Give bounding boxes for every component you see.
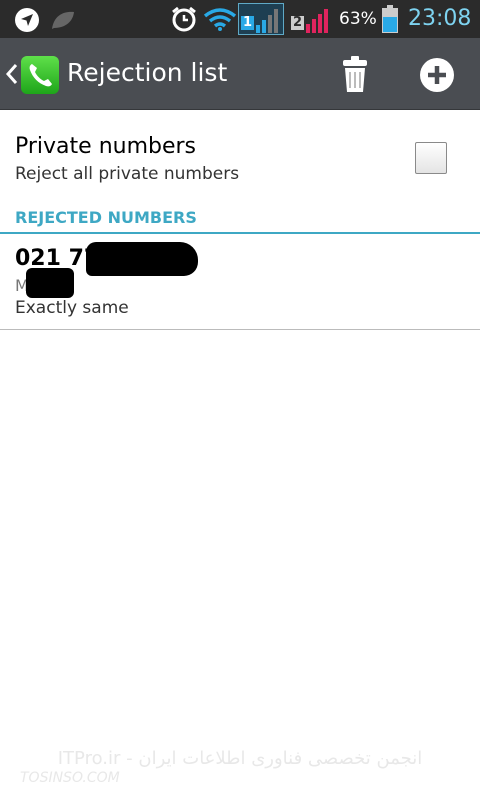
redaction-mark (26, 268, 74, 298)
wifi-icon (203, 8, 237, 31)
rejected-numbers-header: REJECTED NUMBERS (15, 208, 197, 227)
battery-percent: 63% (339, 9, 377, 29)
redaction-mark (86, 242, 198, 276)
sim1-label: 1 (241, 15, 255, 30)
alarm-icon (172, 6, 196, 32)
list-item[interactable]: 021 77 M Exactly same (0, 234, 480, 330)
trash-icon (343, 56, 367, 92)
watermark-site: TOSINSO.COM (20, 770, 120, 786)
delete-button[interactable] (332, 52, 378, 98)
sim2-signal-icon: 2 (290, 3, 336, 35)
status-bar: 1 2 63% 23:08 (0, 0, 480, 38)
back-chevron-icon[interactable] (4, 62, 18, 86)
private-numbers-row[interactable]: Private numbers Reject all private numbe… (0, 110, 480, 200)
private-numbers-subtitle: Reject all private numbers (15, 164, 240, 184)
navigation-icon (15, 8, 39, 32)
match-type: Exactly same (15, 298, 129, 318)
list-divider (0, 329, 480, 330)
phone-app-icon[interactable] (21, 56, 59, 94)
add-icon (420, 58, 454, 92)
add-button[interactable] (414, 52, 460, 98)
private-numbers-checkbox[interactable] (415, 142, 447, 174)
page-title: Rejection list (67, 58, 228, 87)
battery-icon (382, 5, 398, 33)
private-numbers-title: Private numbers (15, 134, 197, 159)
sim2-label: 2 (291, 15, 305, 30)
sim1-signal-icon: 1 (238, 3, 284, 35)
action-bar: Rejection list (0, 38, 480, 110)
clock-time: 23:08 (408, 6, 472, 31)
leaf-icon (52, 11, 74, 29)
watermark-text: ITPro.ir - انجمن تخصصی فناوری اطلاعات ای… (57, 748, 423, 769)
